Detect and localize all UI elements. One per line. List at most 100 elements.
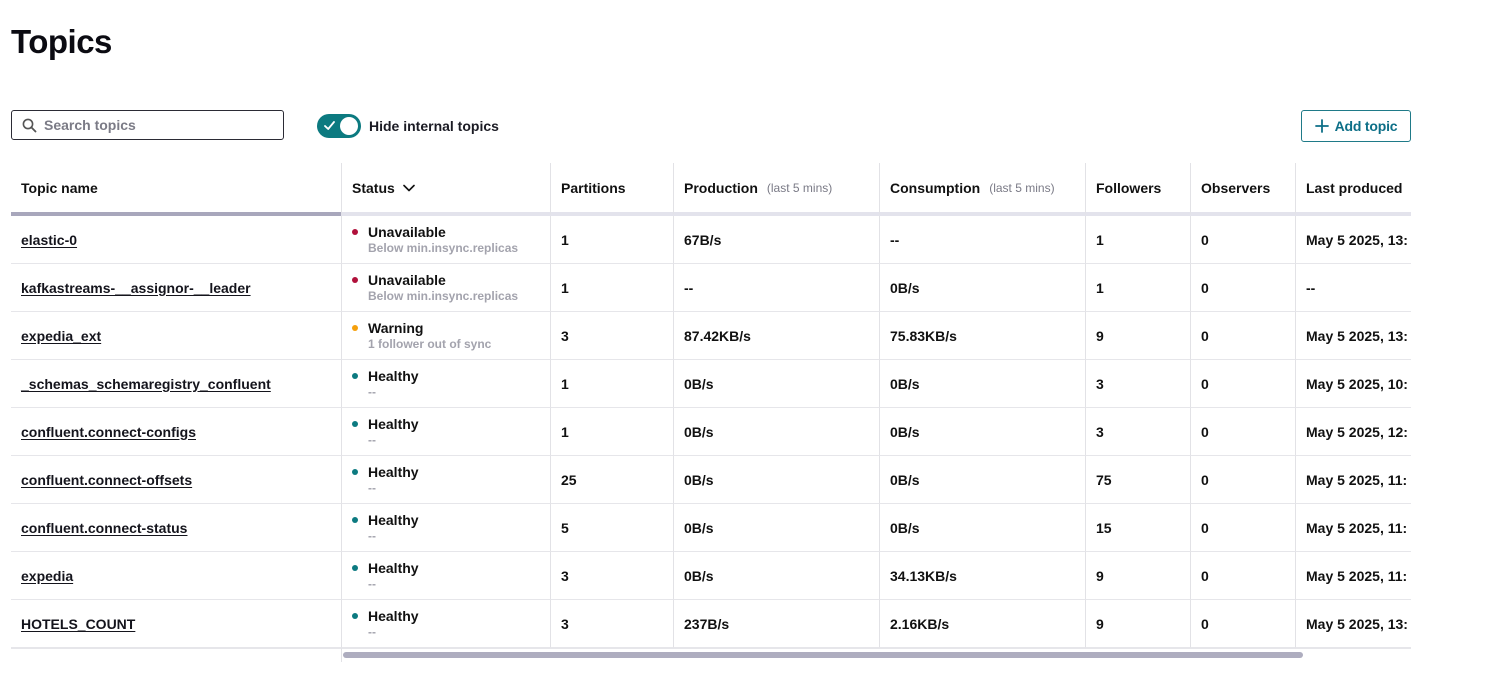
column-header-status[interactable]: Status <box>341 163 550 216</box>
toggle-knob <box>340 117 358 135</box>
cell-production: 0B/s <box>673 408 879 456</box>
cell-followers: 9 <box>1085 552 1190 600</box>
cell-consumption: 0B/s <box>879 408 1085 456</box>
production-value: 67B/s <box>684 231 722 248</box>
table-row[interactable]: confluent.connect-offsets Healthy -- 25 0B/s… <box>11 456 1411 504</box>
column-header-partitions[interactable]: Partitions <box>550 163 673 216</box>
column-header-topic-name[interactable]: Topic name <box>11 163 341 216</box>
consumption-value: 0B/s <box>890 471 920 488</box>
cell-last-produced: May 5 2025, 13: <box>1295 216 1411 264</box>
status-label: Healthy <box>368 607 419 624</box>
partitions-value: 25 <box>561 471 577 488</box>
status-indicator: Unavailable <box>352 272 446 289</box>
last-produced-value: May 5 2025, 11: <box>1306 471 1408 488</box>
table-row[interactable]: expedia_ext Warning 1 follower out of sync… <box>11 312 1411 360</box>
observers-value: 0 <box>1201 231 1209 248</box>
cell-observers: 0 <box>1190 360 1295 408</box>
status-detail: Below min.insync.replicas <box>368 240 519 255</box>
last-produced-value: May 5 2025, 10: <box>1306 375 1408 392</box>
cell-topic-name: expedia_ext <box>11 312 341 360</box>
cell-observers: 0 <box>1190 408 1295 456</box>
production-value: 0B/s <box>684 423 714 440</box>
check-icon <box>324 121 335 130</box>
add-topic-button[interactable]: Add topic <box>1301 110 1411 142</box>
page-title: Topics <box>11 23 112 60</box>
partitions-value: 1 <box>561 423 569 440</box>
table-row[interactable]: kafkastreams-__assignor-__leader Unavaila… <box>11 264 1411 312</box>
topic-link[interactable]: _schemas_schemaregistry_confluent <box>21 376 271 392</box>
topic-link[interactable]: expedia <box>21 568 73 584</box>
table-row[interactable]: elastic-0 Unavailable Below min.insync.rep… <box>11 216 1411 264</box>
column-header-observers[interactable]: Observers <box>1190 163 1295 216</box>
topic-link[interactable]: expedia_ext <box>21 328 101 344</box>
topic-link[interactable]: confluent.connect-configs <box>21 424 196 440</box>
partitions-value: 1 <box>561 375 569 392</box>
column-header-last-produced[interactable]: Last produced <box>1295 163 1411 216</box>
last-produced-value: May 5 2025, 11: <box>1306 567 1408 584</box>
column-header-followers[interactable]: Followers <box>1085 163 1190 216</box>
scrollbar-divider <box>341 648 342 662</box>
cell-status: Warning 1 follower out of sync <box>341 312 550 360</box>
followers-value: 15 <box>1096 519 1112 536</box>
status-indicator: Healthy <box>352 608 419 625</box>
partitions-value: 3 <box>561 615 569 632</box>
status-dot-icon <box>352 565 358 571</box>
last-produced-value: May 5 2025, 12: <box>1306 423 1408 440</box>
cell-observers: 0 <box>1190 264 1295 312</box>
status-indicator: Unavailable <box>352 224 446 241</box>
cell-partitions: 1 <box>550 408 673 456</box>
cell-production: 67B/s <box>673 216 879 264</box>
last-produced-value: -- <box>1306 279 1316 296</box>
consumption-value: 2.16KB/s <box>890 615 950 632</box>
table-row[interactable]: confluent.connect-status Healthy -- 5 0B/s 0B… <box>11 504 1411 552</box>
search-box[interactable] <box>11 110 284 140</box>
consumption-value: 75.83KB/s <box>890 327 957 344</box>
column-header-production[interactable]: Production (last 5 mins) <box>673 163 879 216</box>
status-indicator: Healthy <box>352 464 419 481</box>
topic-link[interactable]: confluent.connect-offsets <box>21 472 192 488</box>
cell-followers: 15 <box>1085 504 1190 552</box>
hide-internal-topics-toggle-group: Hide internal topics <box>317 114 499 138</box>
column-header-label: Topic name <box>21 179 98 196</box>
status-indicator: Warning <box>352 320 423 337</box>
column-header-consumption[interactable]: Consumption (last 5 mins) <box>879 163 1085 216</box>
status-indicator: Healthy <box>352 560 419 577</box>
last-produced-value: May 5 2025, 13: <box>1306 231 1408 248</box>
status-label: Healthy <box>368 559 419 576</box>
table-row[interactable]: expedia Healthy -- 3 0B/s 34.13KB/s 9 0 May 5 20… <box>11 552 1411 600</box>
production-value: 0B/s <box>684 567 714 584</box>
status-dot-icon <box>352 277 358 283</box>
cell-followers: 1 <box>1085 264 1190 312</box>
topic-link[interactable]: kafkastreams-__assignor-__leader <box>21 280 251 296</box>
status-detail: -- <box>368 384 376 399</box>
cell-consumption: 0B/s <box>879 360 1085 408</box>
hide-internal-topics-toggle[interactable] <box>317 114 361 138</box>
status-detail: -- <box>368 528 376 543</box>
cell-status: Unavailable Below min.insync.replicas <box>341 216 550 264</box>
status-indicator: Healthy <box>352 416 419 433</box>
cell-partitions: 25 <box>550 456 673 504</box>
production-value: 0B/s <box>684 519 714 536</box>
partitions-value: 5 <box>561 519 569 536</box>
topic-link[interactable]: confluent.connect-status <box>21 520 187 536</box>
topic-link[interactable]: elastic-0 <box>21 232 77 248</box>
table-row[interactable]: HOTELS_COUNT Healthy -- 3 237B/s 2.16KB/s 9 0 Ma… <box>11 600 1411 648</box>
cell-topic-name: elastic-0 <box>11 216 341 264</box>
topic-link[interactable]: HOTELS_COUNT <box>21 616 135 632</box>
search-input[interactable] <box>44 117 264 133</box>
cell-followers: 9 <box>1085 600 1190 648</box>
cell-last-produced: May 5 2025, 11: <box>1295 504 1411 552</box>
table-row[interactable]: confluent.connect-configs Healthy -- 1 0B/s 0… <box>11 408 1411 456</box>
cell-observers: 0 <box>1190 312 1295 360</box>
cell-followers: 3 <box>1085 360 1190 408</box>
status-label: Warning <box>368 319 424 336</box>
cell-topic-name: confluent.connect-offsets <box>11 456 341 504</box>
horizontal-scrollbar-thumb[interactable] <box>343 652 1303 658</box>
table-row[interactable]: _schemas_schemaregistry_confluent Healthy… <box>11 360 1411 408</box>
status-label: Healthy <box>368 463 419 480</box>
followers-value: 9 <box>1096 567 1104 584</box>
chevron-down-icon[interactable] <box>402 184 415 192</box>
add-topic-label: Add topic <box>1334 118 1398 134</box>
partitions-value: 3 <box>561 567 569 584</box>
status-dot-icon <box>352 517 358 523</box>
